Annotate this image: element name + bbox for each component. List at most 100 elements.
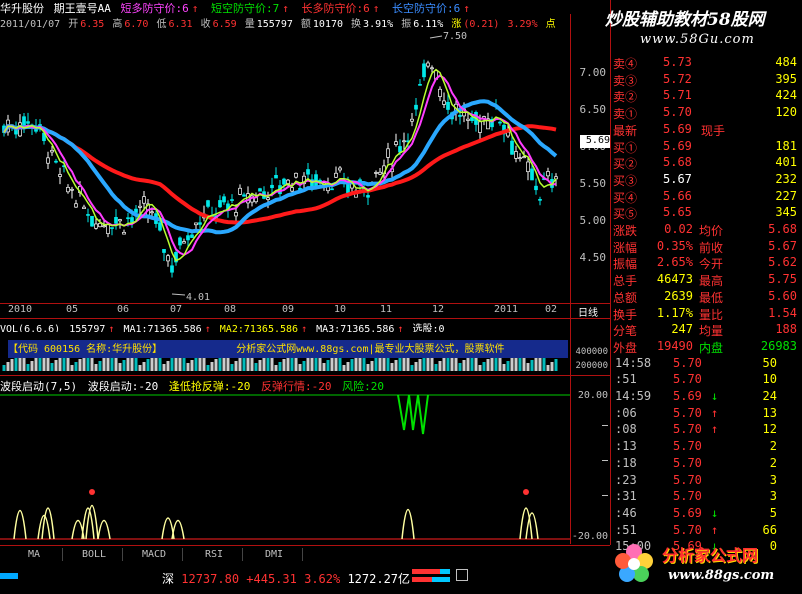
candles-layer — [2, 59, 558, 278]
candle-body — [234, 212, 238, 217]
amount-value: 10170 — [312, 19, 344, 29]
volume-bar — [442, 358, 446, 371]
tab-macd[interactable]: MACD — [126, 548, 183, 561]
candle-body — [282, 178, 286, 185]
tick-row: 14:59 5.69 ↓ 24 — [615, 389, 777, 403]
volume-bar — [410, 365, 414, 371]
indicator-chart[interactable] — [0, 392, 570, 544]
time-label: 10 — [334, 304, 347, 315]
stock-name[interactable]: 华升股份 — [0, 2, 44, 14]
volume-bar — [546, 365, 550, 371]
volume-bar — [414, 362, 418, 371]
candle-body — [102, 225, 106, 228]
flower-logo-icon — [612, 540, 656, 586]
tick-row: :13 5.70 2 — [615, 439, 777, 454]
volume-bar — [138, 365, 142, 371]
volume-bar — [298, 364, 302, 371]
chart-right-border — [570, 14, 571, 544]
bid-row: 买② 5.68 401 — [613, 155, 797, 172]
candle-body — [94, 223, 98, 229]
volume-bar — [146, 359, 150, 371]
volume-bar — [370, 361, 374, 371]
volume-bar — [342, 365, 346, 371]
tab-rsi[interactable]: RSI — [186, 548, 243, 561]
quote-panel: 卖④ 5.73 484 卖③ 5.72 395 卖② 5.71 424 卖① 5.70 120 最新 5.… — [610, 55, 802, 553]
volume-scale: 400000 200000 — [575, 347, 608, 371]
timeaxis-bottom-border — [0, 318, 610, 319]
volume-bar — [214, 359, 218, 371]
low-marker-line — [171, 293, 186, 296]
candle-body — [186, 235, 190, 241]
candle-body — [58, 174, 62, 177]
time-label: 08 — [224, 304, 237, 315]
candle-body — [410, 118, 414, 122]
volume-bar — [94, 364, 98, 371]
candle-body — [518, 157, 522, 160]
signal-dot — [89, 489, 95, 495]
time-label: 06 — [117, 304, 130, 315]
candlestick-chart[interactable]: 7.50 4.01 — [0, 30, 570, 305]
candle-body — [374, 172, 378, 174]
time-label: 2011 — [494, 304, 519, 315]
stat-row: 分笔 247 均量 188 — [613, 322, 797, 339]
candle-body — [198, 222, 202, 225]
decline-bar-2 — [432, 577, 450, 582]
tick-row: :46 5.69 ↓ 5 — [615, 505, 777, 520]
volume-bar — [102, 358, 106, 371]
market-amount: 1272.27亿 — [347, 572, 411, 586]
ask-row: 卖② 5.71 424 — [613, 88, 797, 105]
indicator-scale: 20.00 -20.00 — [571, 390, 608, 542]
short-short-defense: 短空防守价:7 ↑ — [211, 2, 289, 14]
volume-bar — [458, 363, 462, 371]
candle-body — [74, 203, 78, 208]
candle-body — [346, 183, 350, 194]
volume-bar — [186, 363, 190, 371]
volume-bottom-border — [0, 375, 610, 376]
chart-title-bar: 华升股份 期王壹号AA 短多防守价:6 ↑ 短空防守价:7 ↑ 长多防守价:6 ↑ 长… — [0, 0, 610, 14]
market-change: +445.31 — [246, 572, 297, 586]
volume-bar — [502, 364, 506, 371]
candle-body — [170, 265, 174, 273]
candle-body — [242, 194, 246, 197]
long-long-defense: 长多防守价:6 ↑ — [301, 2, 380, 14]
change-value: (0.21) — [463, 19, 500, 29]
volume-bar — [366, 364, 370, 371]
volume-bar — [2, 365, 6, 371]
volume-bar — [530, 360, 534, 371]
alert-icon[interactable] — [456, 569, 468, 581]
tick-row: :51 5.70 10 — [615, 372, 777, 387]
candle-body — [90, 215, 94, 227]
price-scale: 7.00 6.50 6.00 5.50 5.00 4.50 — [572, 30, 610, 305]
period-label[interactable]: 日线 — [578, 304, 598, 319]
tick-row: :23 5.70 3 — [615, 472, 777, 487]
bid-row: 买④ 5.66 227 — [613, 188, 797, 205]
signal-peak — [97, 519, 111, 540]
volume-bar — [434, 364, 438, 371]
stat-row: 涨跌 0.02 均价 5.68 — [613, 222, 797, 238]
candle-body — [498, 121, 502, 124]
volume-bar — [230, 364, 234, 371]
candle-body — [54, 160, 58, 163]
tab-boll[interactable]: BOLL — [66, 548, 123, 561]
amplitude-value: 6.11% — [413, 19, 444, 29]
candle-body — [26, 121, 30, 124]
volume-bar — [282, 359, 286, 371]
outer-inner-row: 外盘 19490 内盘 26983 — [613, 338, 797, 355]
price-tick: 5.00 — [579, 214, 607, 227]
tab-dmi[interactable]: DMI — [246, 548, 303, 561]
open-value: 6.35 — [80, 19, 105, 29]
volume-bar — [218, 356, 222, 371]
candle-body — [218, 200, 222, 208]
candle-body — [294, 172, 298, 178]
ma-long-line — [2, 124, 557, 225]
candle-body — [238, 187, 242, 195]
latest-row: 最新 5.69 现手 — [613, 121, 726, 138]
volume-bar — [166, 361, 170, 371]
tab-ma[interactable]: MA — [6, 548, 63, 561]
time-label: 11 — [380, 304, 393, 315]
candle-body — [530, 168, 534, 181]
volume-banner: 【代码 600156 名称:华升股份】 分析家公式网www.88gs.com|最… — [8, 340, 568, 358]
volume-bar — [354, 356, 358, 371]
volume-bar — [326, 360, 330, 371]
candle-body — [422, 63, 426, 78]
